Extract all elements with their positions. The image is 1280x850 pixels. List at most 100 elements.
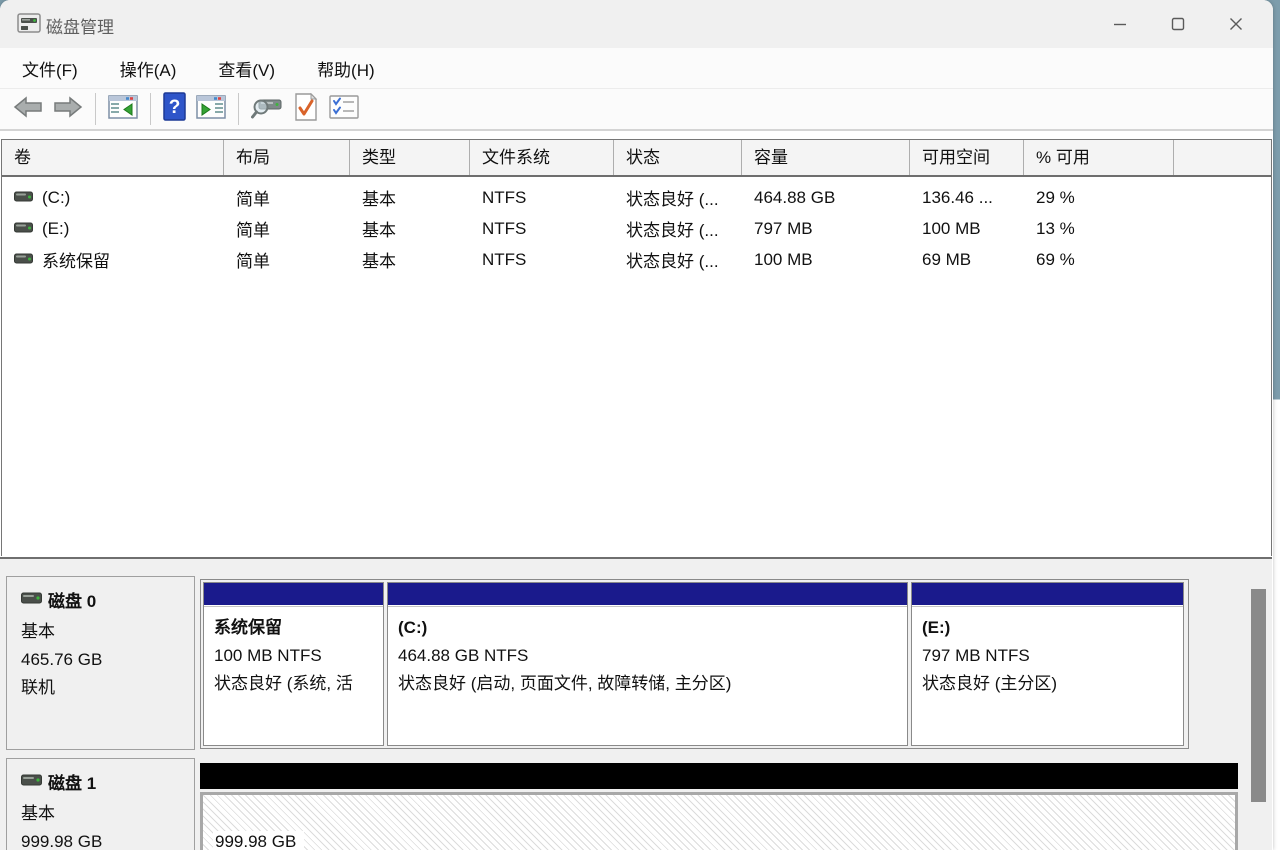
toolbar-separator (238, 93, 239, 125)
title-bar: 磁盘管理 (0, 0, 1273, 48)
cell-freespace: 100 MB (910, 219, 1024, 239)
svg-text:?: ? (169, 97, 181, 118)
show-action-pane-button[interactable] (191, 91, 231, 127)
disk-status: 联机 (21, 674, 194, 702)
unallocated-hatch-area: 999.98 GB (200, 792, 1238, 850)
vertical-scrollbar-thumb[interactable] (1251, 589, 1266, 802)
primary-partition-color-bar (388, 583, 907, 606)
volume-drive-icon (14, 250, 33, 270)
column-header-status[interactable]: 状态 (614, 140, 742, 175)
primary-partition-color-bar (912, 583, 1183, 606)
column-header-freespace[interactable]: 可用空间 (910, 140, 1024, 175)
disk-drive-icon (21, 590, 42, 610)
volume-drive-icon (14, 219, 33, 239)
menu-file[interactable]: 文件(F) (16, 52, 84, 85)
disk-drive-icon (21, 772, 42, 792)
table-row-volume-c[interactable]: (C:) 简单 基本 NTFS 状态良好 (... 464.88 GB 136.… (2, 182, 1271, 213)
cell-layout: 简单 (224, 216, 350, 241)
cell-pctfree: 29 % (1024, 188, 1174, 208)
cell-capacity: 797 MB (742, 219, 910, 239)
minimize-button[interactable] (1091, 0, 1149, 48)
disk1-unallocated-region[interactable]: 999.98 GB (200, 763, 1238, 850)
checklist-button[interactable] (324, 91, 364, 127)
menu-view[interactable]: 查看(V) (212, 52, 281, 85)
column-header-filesystem[interactable]: 文件系统 (470, 140, 614, 175)
column-header-filler (1174, 140, 1271, 175)
rescan-disks-button[interactable] (246, 91, 288, 127)
checklist-icon (329, 94, 359, 125)
cell-pctfree: 13 % (1024, 219, 1174, 239)
partition-status: 状态良好 (启动, 页面文件, 故障转储, 主分区) (398, 670, 907, 698)
column-header-layout[interactable]: 布局 (224, 140, 350, 175)
column-header-volume[interactable]: 卷 (2, 140, 224, 175)
disk1-label-panel[interactable]: 磁盘 1 基本 999.98 GB (6, 758, 195, 850)
partition-size: 100 MB NTFS (214, 642, 383, 670)
disk-name: 磁盘 1 (48, 769, 96, 794)
cell-capacity: 100 MB (742, 250, 910, 270)
check-document-icon (293, 93, 319, 126)
forward-arrow-icon (53, 95, 83, 124)
menu-action[interactable]: 操作(A) (114, 52, 183, 85)
forward-button[interactable] (48, 91, 88, 127)
partition-e[interactable]: (E:) 797 MB NTFS 状态良好 (主分区) (911, 582, 1184, 746)
column-header-capacity[interactable]: 容量 (742, 140, 910, 175)
primary-partition-color-bar (204, 583, 383, 606)
toolbar-separator (150, 93, 151, 125)
volume-name: (C:) (42, 188, 70, 208)
help-icon: ? (163, 92, 186, 126)
check-document-button[interactable] (288, 91, 324, 127)
disk-type: 基本 (21, 800, 194, 828)
cell-layout: 简单 (224, 247, 350, 272)
cell-freespace: 69 MB (910, 250, 1024, 270)
volume-drive-icon (14, 188, 33, 208)
partition-name: (C:) (398, 614, 907, 642)
volume-list: 卷 布局 类型 文件系统 状态 容量 可用空间 % 可用 (C:) 简单 基本 … (1, 139, 1272, 557)
partition-status: 状态良好 (系统, 活 (214, 670, 383, 698)
maximize-button[interactable] (1149, 0, 1207, 48)
partition-name: 系统保留 (214, 614, 383, 642)
disk-type: 基本 (21, 618, 194, 646)
table-row-system-reserved[interactable]: 系统保留 简单 基本 NTFS 状态良好 (... 100 MB 69 MB 6… (2, 244, 1271, 275)
cell-type: 基本 (350, 216, 470, 241)
partition-c[interactable]: (C:) 464.88 GB NTFS 状态良好 (启动, 页面文件, 故障转储… (387, 582, 908, 746)
partition-system-reserved[interactable]: 系统保留 100 MB NTFS 状态良好 (系统, 活 (203, 582, 384, 746)
partition-status: 状态良好 (主分区) (922, 670, 1183, 698)
menu-bar: 文件(F) 操作(A) 查看(V) 帮助(H) (0, 48, 1273, 88)
cell-filesystem: NTFS (470, 188, 614, 208)
graphical-view-pane: 磁盘 0 基本 465.76 GB 联机 系统保留 100 MB NTFS 状态… (0, 559, 1272, 850)
back-button[interactable] (8, 91, 48, 127)
toolbar-separator (95, 93, 96, 125)
partition-size: 464.88 GB NTFS (398, 642, 907, 670)
disk0-partition-group: 系统保留 100 MB NTFS 状态良好 (系统, 活 (C:) 464.88… (200, 579, 1189, 749)
disk-size: 999.98 GB (21, 828, 194, 850)
unallocated-size-label: 999.98 GB (213, 831, 304, 850)
disk-magnifier-icon (251, 94, 283, 125)
show-console-tree-button[interactable] (103, 91, 143, 127)
cell-pctfree: 69 % (1024, 250, 1174, 270)
disk-management-app-icon (16, 11, 42, 40)
disk-management-window: 磁盘管理 文件(F) 操作(A) 查看(V) 帮助(H) (0, 0, 1273, 850)
volume-name: (E:) (42, 219, 69, 239)
cell-filesystem: NTFS (470, 250, 614, 270)
disk-size: 465.76 GB (21, 646, 194, 674)
window-title: 磁盘管理 (46, 13, 114, 38)
table-row-volume-e[interactable]: (E:) 简单 基本 NTFS 状态良好 (... 797 MB 100 MB … (2, 213, 1271, 244)
partition-name: (E:) (922, 614, 1183, 642)
help-button[interactable]: ? (158, 91, 191, 127)
cell-status: 状态良好 (... (614, 185, 742, 210)
console-tree-icon (108, 94, 138, 125)
column-header-pctfree[interactable]: % 可用 (1024, 140, 1174, 175)
partition-size: 797 MB NTFS (922, 642, 1183, 670)
unallocated-color-bar (200, 763, 1238, 789)
cell-type: 基本 (350, 185, 470, 210)
cell-status: 状态良好 (... (614, 216, 742, 241)
menu-help[interactable]: 帮助(H) (311, 52, 381, 85)
close-button[interactable] (1207, 0, 1265, 48)
disk0-label-panel[interactable]: 磁盘 0 基本 465.76 GB 联机 (6, 576, 195, 750)
volume-name: 系统保留 (42, 247, 110, 272)
column-header-type[interactable]: 类型 (350, 140, 470, 175)
cell-status: 状态良好 (... (614, 247, 742, 272)
back-arrow-icon (13, 95, 43, 124)
volume-list-header: 卷 布局 类型 文件系统 状态 容量 可用空间 % 可用 (2, 140, 1271, 177)
cell-filesystem: NTFS (470, 219, 614, 239)
